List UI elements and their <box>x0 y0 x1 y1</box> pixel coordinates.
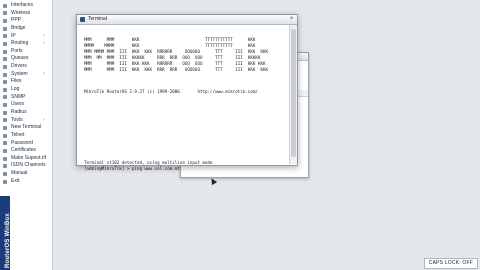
terminal-output[interactable]: MMM MMM KKK TTTTTTTTTTT KKK MMMM MMMM KK… <box>77 25 289 171</box>
terminal-scrollbar[interactable] <box>289 25 297 164</box>
sidebar-item-label: Routing <box>11 40 29 47</box>
menu-item-icon <box>3 133 7 138</box>
menu-item-icon <box>3 95 7 100</box>
close-icon[interactable]: × <box>288 16 295 23</box>
menu-item-icon <box>3 57 7 62</box>
sidebar-item-label: Tools <box>11 116 23 123</box>
menu-item-icon <box>3 103 7 108</box>
menu-item-icon <box>3 148 7 153</box>
sidebar-item[interactable]: Users <box>0 101 52 109</box>
chevron-right-icon: › <box>43 40 45 47</box>
mouse-cursor-icon <box>208 176 218 186</box>
sidebar-item-label: Ports <box>11 47 23 54</box>
sidebar-item-label: Users <box>11 101 25 108</box>
sidebar-item-label: Radius <box>11 108 27 115</box>
sidebar-item-label: Certificates <box>11 147 37 154</box>
menu-item-icon <box>3 34 7 39</box>
sidebar-item[interactable]: Routing › <box>0 40 52 48</box>
menu-item-icon <box>3 49 7 54</box>
sidebar-item[interactable]: Queues <box>0 55 52 63</box>
sidebar-item[interactable]: Telnet <box>0 132 52 140</box>
sidebar-item-label: Wireless <box>11 9 31 16</box>
terminal-window[interactable]: Terminal × MMM MMM KKK TTTTTTTTTTT KKK M… <box>76 14 298 171</box>
sidebar-item[interactable]: Radius <box>0 109 52 117</box>
menu-item-icon <box>3 156 7 161</box>
terminal-icon <box>80 17 85 22</box>
sidebar-item-label: New Terminal <box>11 124 42 131</box>
sidebar-item-label: Exit <box>11 177 20 184</box>
sidebar-item[interactable]: Interfaces <box>0 2 52 10</box>
sidebar-item[interactable]: Exit <box>0 178 52 186</box>
menu-item-icon <box>3 64 7 69</box>
menu-item-icon <box>3 72 7 77</box>
sidebar-item-label: ISDN Channels <box>11 162 46 169</box>
sidebar-item-label: Make Supout.rif <box>11 154 47 161</box>
sidebar-item[interactable]: Ports <box>0 48 52 56</box>
menu-item-icon <box>3 11 7 16</box>
sidebar-item[interactable]: New Terminal <box>0 124 52 132</box>
chevron-right-icon: › <box>43 32 45 39</box>
terminal-mode-notice: Terminal vt102 detected, using multiline… <box>84 160 213 165</box>
menu-item-icon <box>3 87 7 92</box>
menu-item-icon <box>3 179 7 184</box>
command-prompt[interactable]: [admin@MikroTik] > ping www.sol.com.mt <box>84 166 180 171</box>
menu-item-icon <box>3 42 7 46</box>
sidebar-item[interactable]: Password <box>0 140 52 148</box>
sidebar-item-label: Queues <box>11 55 29 62</box>
menu-item-icon <box>3 3 7 8</box>
menu-item-icon <box>3 80 7 85</box>
caps-lock-status: CAPS LOCK: OFF <box>423 258 478 269</box>
sidebar-item[interactable]: ISDN Channels <box>0 162 52 170</box>
sidebar-item[interactable]: Wireless <box>0 10 52 18</box>
sidebar-item[interactable]: IP › <box>0 33 52 41</box>
sidebar-item[interactable]: Files <box>0 78 52 86</box>
sidebar-item-label: PPP <box>11 17 22 24</box>
mikrotik-ascii-banner: MMM MMM KKK TTTTTTTTTTT KKK MMMM MMMM KK… <box>84 37 269 72</box>
sidebar-item-label: Log <box>11 86 20 93</box>
brand-label: RouterOS WinBox <box>5 213 11 268</box>
sidebar-item[interactable]: Certificates <box>0 147 52 155</box>
scrollbar-thumb[interactable] <box>291 29 296 157</box>
sidebar-item-label: System <box>11 70 28 77</box>
menu-item-icon <box>3 141 7 146</box>
sidebar-item[interactable]: SNMP <box>0 94 52 102</box>
sidebar-item[interactable]: Make Supout.rif <box>0 155 52 163</box>
chevron-right-icon: › <box>43 116 45 123</box>
sidebar-item[interactable]: Manual <box>0 170 52 178</box>
terminal-titlebar[interactable]: Terminal × <box>77 15 297 25</box>
chevron-right-icon: › <box>43 70 45 77</box>
sidebar-menu-list: Interfaces Wireless PPP Bridge IP › Routing › Po… <box>0 2 52 185</box>
version-line: MikroTik RouterOS 2.9.27 (c) 1999-2006 h… <box>84 89 258 94</box>
sidebar-item-label: Bridge <box>11 24 26 31</box>
sidebar-item[interactable]: Tools › <box>0 117 52 125</box>
sidebar-item-label: Password <box>11 139 33 146</box>
sidebar-item-label: SNMP <box>11 93 26 100</box>
menu-item-icon <box>3 118 7 123</box>
menu-item-icon <box>3 126 7 131</box>
sidebar-item[interactable]: Bridge <box>0 25 52 33</box>
sidebar-item-label: Manual <box>11 170 28 177</box>
menu-item-icon <box>3 164 7 169</box>
sidebar-item[interactable]: Log <box>0 86 52 94</box>
sidebar-item-label: Interfaces <box>11 2 33 8</box>
sidebar-item-label: Files <box>11 78 22 85</box>
sidebar-item[interactable]: System › <box>0 71 52 79</box>
sidebar-item-label: Telnet <box>11 131 25 138</box>
menu-item-icon <box>3 171 7 176</box>
sidebar-item-label: IP <box>11 32 16 39</box>
sidebar-item-label: Drivers <box>11 63 27 70</box>
sidebar-menu: Interfaces Wireless PPP Bridge IP › Routing › Po… <box>0 0 53 270</box>
menu-item-icon <box>3 19 7 24</box>
menu-item-icon <box>3 26 7 31</box>
menu-item-icon <box>3 110 7 115</box>
sidebar-item[interactable]: PPP <box>0 17 52 25</box>
sidebar-item[interactable]: Drivers <box>0 63 52 71</box>
terminal-title: Terminal <box>88 16 107 22</box>
brand-strip: RouterOS WinBox <box>0 196 11 270</box>
